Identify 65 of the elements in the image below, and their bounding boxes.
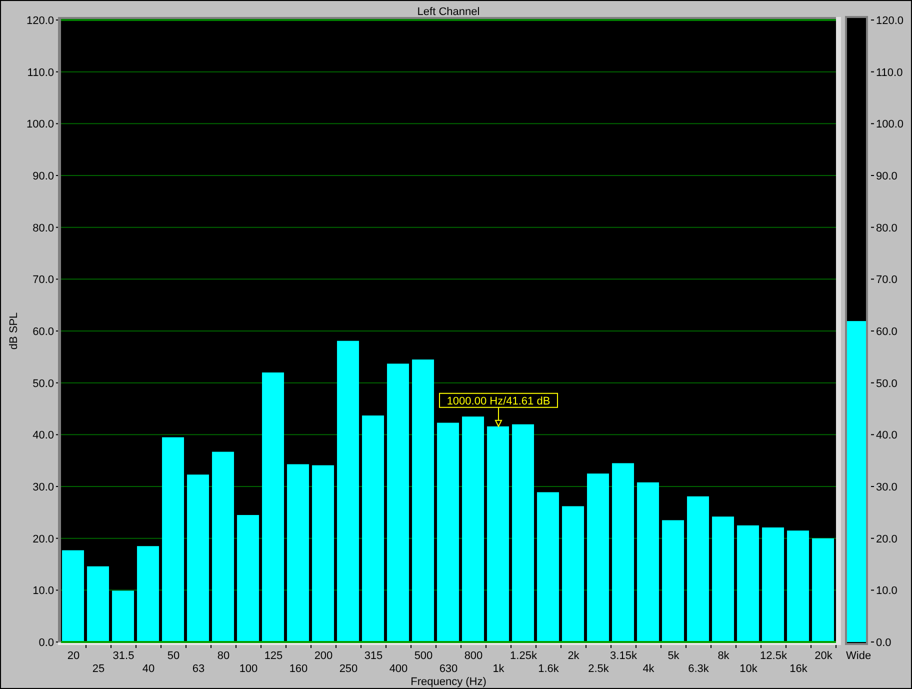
- x-tick-label: 12.5k: [760, 650, 787, 662]
- x-tick-label: 2.5k: [588, 663, 609, 675]
- meter-tick-label: 10.0: [876, 585, 898, 598]
- meter-tick-label: 70.0: [876, 274, 898, 286]
- x-tick-label: 25: [92, 663, 105, 675]
- annotation-label: 1000.00 Hz/41.61 dB: [439, 392, 558, 408]
- x-tick-label: 100: [239, 663, 258, 675]
- x-tick-label: 1.25k: [510, 650, 537, 662]
- y-tick-label: 70.0: [32, 274, 54, 286]
- x-tick-label: 630: [439, 663, 458, 675]
- x-tick-label: 315: [364, 650, 383, 662]
- meter-tick-label: 80.0: [876, 222, 898, 234]
- y-tick-label: 110.0: [27, 66, 54, 79]
- meter-label: Wide: [846, 650, 872, 662]
- x-tick-label: 1.6k: [538, 663, 559, 675]
- x-tick-label: 125: [264, 650, 283, 662]
- y-tick-label: 60.0: [32, 326, 54, 338]
- x-tick-label: 16k: [790, 663, 808, 675]
- x-tick-label: 80: [217, 650, 230, 662]
- x-tick-label: 160: [289, 663, 308, 675]
- y-tick-label: 20.0: [32, 533, 54, 546]
- x-tick-label: 6.3k: [688, 663, 709, 675]
- x-tick-label: 50: [167, 650, 180, 662]
- meter-tick-label: 20.0: [876, 533, 898, 546]
- y-tick-label: 10.0: [32, 585, 54, 598]
- meter-tick-label: 120.0: [876, 15, 904, 27]
- meter-tick-label: 30.0: [876, 482, 898, 494]
- meter-tick-label: 40.0: [876, 430, 898, 442]
- y-tick-label: 90.0: [32, 170, 54, 182]
- y-tick-label: 50.0: [32, 378, 54, 390]
- y-axis-label: dB SPL: [8, 312, 20, 350]
- x-tick-label: 400: [389, 663, 408, 675]
- meter-tick-label: 110.0: [876, 66, 903, 79]
- meter-tick-label: 90.0: [876, 170, 898, 182]
- chart-title: Left Channel: [417, 6, 480, 18]
- x-tick-label: 800: [464, 650, 483, 662]
- y-tick-label: 100.0: [26, 118, 54, 131]
- y-tick-label: 120.0: [26, 15, 54, 27]
- x-tick-label: 1k: [492, 663, 504, 675]
- x-tick-label: 31.5: [112, 650, 134, 662]
- meter-tick-label: 100.0: [876, 118, 904, 131]
- x-tick-label: 2k: [568, 650, 580, 662]
- x-tick-label: 500: [414, 650, 433, 662]
- y-tick-label: 0.0: [38, 637, 54, 649]
- x-tick-label: 8k: [718, 650, 730, 662]
- annotation-pointer: [494, 406, 502, 428]
- meter-tick-label: 50.0: [876, 378, 898, 390]
- x-tick-label: 200: [314, 650, 333, 662]
- x-tick-label: 20: [67, 650, 80, 662]
- x-tick-label: 40: [142, 663, 155, 675]
- x-tick-label: 63: [192, 663, 205, 675]
- x-tick-label: 3.15k: [610, 650, 637, 662]
- x-axis-label: Frequency (Hz): [410, 676, 486, 688]
- meter-tick-label: 0.0: [876, 637, 892, 649]
- x-tick-label: 5k: [668, 650, 680, 662]
- x-tick-label: 4k: [642, 663, 654, 675]
- annotation: 1000.00 Hz/41.61 dB: [446, 395, 550, 408]
- y-tick-label: 80.0: [32, 222, 54, 234]
- meter-tick-label: 60.0: [876, 326, 898, 338]
- x-tick-label: 20k: [814, 650, 832, 662]
- x-tick-label: 10k: [740, 663, 758, 675]
- x-tick-label: 250: [339, 663, 358, 675]
- y-tick-label: 30.0: [32, 482, 54, 494]
- bar: [112, 590, 134, 642]
- y-tick-label: 40.0: [32, 430, 54, 442]
